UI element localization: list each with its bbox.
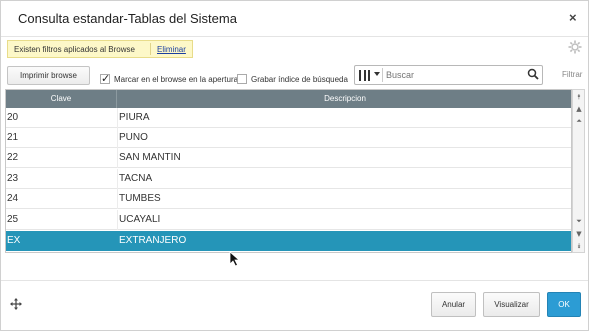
- cell-clave: 24: [7, 193, 19, 204]
- remove-filters-link[interactable]: Eliminar: [157, 45, 186, 54]
- save-search-index-checkbox-box[interactable]: [237, 74, 247, 84]
- view-button[interactable]: Visualizar: [483, 292, 540, 317]
- scroll-up-icon[interactable]: ▲: [574, 104, 584, 114]
- search-divider: [382, 68, 383, 82]
- cell-clave: 22: [7, 152, 19, 163]
- filter-notice-text: Existen filtros aplicados al Browse: [14, 45, 135, 54]
- cell-descripcion: UCAYALI: [119, 214, 161, 225]
- search-icon[interactable]: [527, 68, 539, 80]
- browse-grid: Clave Descripcion 20 PIURA 21 PUNO 22 SA…: [5, 89, 572, 253]
- filter-button[interactable]: Filtrar: [562, 70, 582, 79]
- mark-in-browse-label: Marcar en el browse en la apertura: [114, 74, 239, 84]
- table-row[interactable]: 21 PUNO: [6, 128, 571, 148]
- search-input[interactable]: [386, 68, 516, 82]
- grid-header: Clave Descripcion: [6, 90, 571, 108]
- filter-notice: Existen filtros aplicados al Browse Elim…: [7, 40, 193, 58]
- scroll-bottom-icon[interactable]: ⯯: [574, 241, 584, 251]
- scroll-down-icon[interactable]: ▼: [574, 229, 584, 239]
- cancel-button[interactable]: Anular: [431, 292, 476, 317]
- cell-descripcion: TUMBES: [119, 193, 161, 204]
- column-header-descripcion[interactable]: Descripcion: [117, 90, 571, 108]
- table-row[interactable]: 24 TUMBES: [6, 189, 571, 209]
- gear-icon[interactable]: [568, 40, 582, 54]
- save-search-index-checkbox[interactable]: Grabar índice de búsqueda: [237, 73, 348, 85]
- chevron-down-icon: [374, 72, 380, 76]
- mark-in-browse-checkbox-box[interactable]: [100, 72, 110, 85]
- save-search-index-label: Grabar índice de búsqueda: [251, 74, 348, 84]
- cell-descripcion: TACNA: [119, 173, 153, 184]
- move-icon[interactable]: [10, 298, 22, 310]
- cell-clave: 21: [7, 132, 19, 143]
- column-header-clave[interactable]: Clave: [6, 90, 117, 108]
- cell-descripcion: EXTRANJERO: [119, 235, 187, 246]
- mouse-pointer-icon: [229, 251, 241, 267]
- title-bar: Consulta estandar-Tablas del Sistema ×: [1, 1, 588, 37]
- search-box: [354, 65, 543, 85]
- cell-descripcion: PIURA: [119, 112, 150, 123]
- scroll-top-icon[interactable]: ⯭: [574, 92, 584, 102]
- dialog-title: Consulta estandar-Tablas del Sistema: [18, 11, 237, 26]
- grid-scrollbar[interactable]: ⯭ ▲ ⏶ ⏷ ▼ ⯯: [572, 89, 585, 253]
- columns-icon[interactable]: [359, 69, 381, 82]
- cell-descripcion: SAN MANTIN: [119, 152, 181, 163]
- cell-descripcion: PUNO: [119, 132, 148, 143]
- dialog: Consulta estandar-Tablas del Sistema × E…: [0, 0, 589, 331]
- cell-clave: 25: [7, 214, 19, 225]
- page-down-icon[interactable]: ⏷: [574, 216, 584, 226]
- ok-button[interactable]: OK: [547, 292, 581, 317]
- table-row[interactable]: 22 SAN MANTIN: [6, 148, 571, 168]
- page-up-icon[interactable]: ⏶: [574, 116, 584, 126]
- cell-clave: 20: [7, 112, 19, 123]
- close-icon[interactable]: ×: [569, 10, 577, 25]
- cell-clave: EX: [7, 235, 21, 246]
- table-row[interactable]: 20 PIURA: [6, 108, 571, 128]
- mark-in-browse-checkbox[interactable]: Marcar en el browse en la apertura: [100, 72, 239, 85]
- table-row[interactable]: 23 TACNA: [6, 169, 571, 189]
- print-browse-button[interactable]: Imprimir browse: [7, 66, 90, 85]
- cell-clave: 23: [7, 173, 19, 184]
- table-row-selected[interactable]: EX EXTRANJERO: [6, 231, 571, 251]
- table-row[interactable]: 25 UCAYALI: [6, 210, 571, 230]
- filter-notice-divider: [150, 43, 151, 55]
